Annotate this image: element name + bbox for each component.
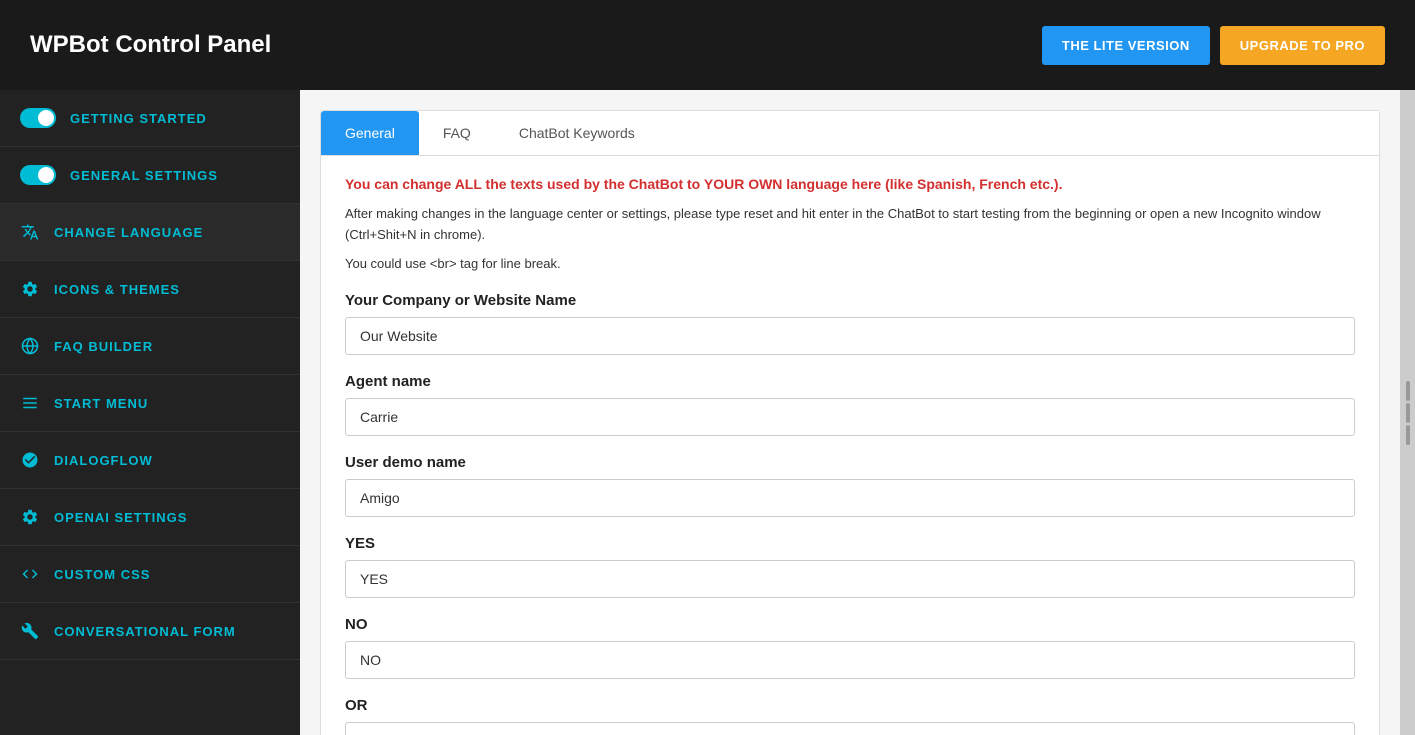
input-user-demo-name[interactable] xyxy=(345,479,1355,517)
getting-started-toggle[interactable] xyxy=(20,108,56,128)
label-no: NO xyxy=(345,616,1355,633)
edge-bar-2 xyxy=(1406,403,1410,423)
sidebar-label-openai-settings: OPENAI SETTINGS xyxy=(54,510,187,525)
translate-icon xyxy=(20,222,40,242)
header-buttons: THE LITE VERSION UPGRADE TO PRO xyxy=(1042,26,1385,65)
sidebar-label-general-settings: GENERAL SETTINGS xyxy=(70,168,218,183)
field-no: NO xyxy=(345,616,1355,679)
sidebar-item-general-settings[interactable]: GENERAL SETTINGS xyxy=(0,147,300,204)
field-agent-name: Agent name xyxy=(345,373,1355,436)
tab-general[interactable]: General xyxy=(321,111,419,155)
label-yes: YES xyxy=(345,535,1355,552)
sidebar-label-getting-started: GETTING STARTED xyxy=(70,111,207,126)
label-or: OR xyxy=(345,697,1355,714)
tab-bar: General FAQ ChatBot Keywords xyxy=(321,111,1379,156)
sidebar-item-openai-settings[interactable]: OPENAI SETTINGS xyxy=(0,489,300,546)
menu-icon xyxy=(20,393,40,413)
sidebar-label-dialogflow: DIALOGFLOW xyxy=(54,453,153,468)
main-content: General FAQ ChatBot Keywords You can cha… xyxy=(300,90,1400,735)
globe-icon xyxy=(20,336,40,356)
sidebar-label-start-menu: START MENU xyxy=(54,396,148,411)
sidebar-label-icons-themes: ICONS & THEMES xyxy=(54,282,180,297)
flow-icon xyxy=(20,450,40,470)
sidebar-item-conversational-form[interactable]: CONVERSATIONAL FORM xyxy=(0,603,300,660)
sidebar-label-change-language: CHANGE LANGUAGE xyxy=(54,225,203,240)
sidebar-label-conversational-form: CONVERSATIONAL FORM xyxy=(54,624,236,639)
content-body: You can change ALL the texts used by the… xyxy=(321,156,1379,735)
label-agent-name: Agent name xyxy=(345,373,1355,390)
field-yes: YES xyxy=(345,535,1355,598)
code-icon xyxy=(20,564,40,584)
info-text-2: You could use <br> tag for line break. xyxy=(345,254,1355,275)
header: WPBot Control Panel THE LITE VERSION UPG… xyxy=(0,0,1415,90)
right-edge xyxy=(1400,90,1415,735)
edge-bar-1 xyxy=(1406,381,1410,401)
info-red-text: You can change ALL the texts used by the… xyxy=(345,176,1355,192)
sidebar-item-start-menu[interactable]: START MENU xyxy=(0,375,300,432)
info-text-1: After making changes in the language cen… xyxy=(345,204,1355,246)
sidebar: GETTING STARTED GENERAL SETTINGS CHANGE … xyxy=(0,90,300,735)
gear-icon xyxy=(20,279,40,299)
input-yes[interactable] xyxy=(345,560,1355,598)
field-or: OR xyxy=(345,697,1355,735)
main-layout: GETTING STARTED GENERAL SETTINGS CHANGE … xyxy=(0,90,1415,735)
edge-bar-3 xyxy=(1406,425,1410,445)
field-company: Your Company or Website Name xyxy=(345,292,1355,355)
sidebar-item-faq-builder[interactable]: FAQ BUILDER xyxy=(0,318,300,375)
sidebar-item-dialogflow[interactable]: DIALOGFLOW xyxy=(0,432,300,489)
app-title: WPBot Control Panel xyxy=(30,31,1042,59)
input-or[interactable] xyxy=(345,722,1355,735)
input-agent-name[interactable] xyxy=(345,398,1355,436)
sidebar-item-getting-started[interactable]: GETTING STARTED xyxy=(0,90,300,147)
general-settings-toggle[interactable] xyxy=(20,165,56,185)
sidebar-label-faq-builder: FAQ BUILDER xyxy=(54,339,153,354)
field-user-demo-name: User demo name xyxy=(345,454,1355,517)
input-company[interactable] xyxy=(345,317,1355,355)
tab-faq[interactable]: FAQ xyxy=(419,111,495,155)
wrench-icon xyxy=(20,621,40,641)
label-user-demo-name: User demo name xyxy=(345,454,1355,471)
tab-chatbot-keywords[interactable]: ChatBot Keywords xyxy=(495,111,659,155)
input-no[interactable] xyxy=(345,641,1355,679)
sidebar-item-change-language[interactable]: CHANGE LANGUAGE xyxy=(0,204,300,261)
content-card: General FAQ ChatBot Keywords You can cha… xyxy=(320,110,1380,735)
lite-version-button[interactable]: THE LITE VERSION xyxy=(1042,26,1210,65)
sidebar-item-custom-css[interactable]: CUSTOM CSS xyxy=(0,546,300,603)
label-company: Your Company or Website Name xyxy=(345,292,1355,309)
openai-gear-icon xyxy=(20,507,40,527)
sidebar-label-custom-css: CUSTOM CSS xyxy=(54,567,150,582)
upgrade-to-pro-button[interactable]: UPGRADE TO PRO xyxy=(1220,26,1385,65)
sidebar-item-icons-themes[interactable]: ICONS & THEMES xyxy=(0,261,300,318)
